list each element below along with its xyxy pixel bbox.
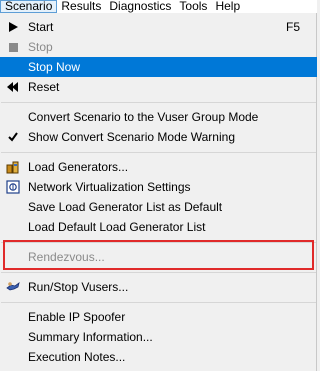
menu-item-convert-scenario[interactable]: Convert Scenario to the Vuser Group Mode (0, 107, 317, 127)
network-virtualization-icon (6, 180, 20, 194)
scenario-menu: Start F5 Stop Stop Now Reset Convert Sce… (0, 13, 317, 371)
menu-item-label: Load Default Load Generator List (28, 220, 206, 234)
menu-item-label: Convert Scenario to the Vuser Group Mode (28, 110, 259, 124)
menu-item-label: Stop (28, 40, 53, 54)
menu-item-execution-notes[interactable]: Execution Notes... (0, 347, 317, 367)
menu-item-label: Stop Now (28, 60, 81, 74)
menu-item-label: Run/Stop Vusers... (28, 280, 129, 294)
menubar-diagnostics[interactable]: Diagnostics (105, 0, 175, 13)
menu-item-run-stop-vusers[interactable]: Run/Stop Vusers... (0, 277, 317, 297)
rewind-icon (7, 82, 18, 92)
menu-item-load-generators[interactable]: Load Generators... (0, 157, 317, 177)
menu-item-stop-now[interactable]: Stop Now (0, 57, 317, 77)
menu-item-save-lg-list[interactable]: Save Load Generator List as Default (0, 197, 317, 217)
menu-item-rendezvous[interactable]: Rendezvous... (0, 247, 317, 267)
menu-item-show-convert-warning[interactable]: Show Convert Scenario Mode Warning (0, 127, 317, 147)
menu-item-label: Save Load Generator List as Default (28, 200, 223, 214)
menubar-tools[interactable]: Tools (175, 0, 211, 13)
menu-item-label: Load Generators... (28, 160, 129, 174)
menu-item-label: Start (28, 20, 54, 34)
menu-item-summary-information[interactable]: Summary Information... (0, 327, 317, 347)
run-vusers-icon (6, 282, 20, 291)
stop-icon (9, 43, 18, 52)
menu-item-label: Rendezvous... (28, 250, 105, 264)
menubar-results[interactable]: Results (57, 0, 105, 13)
menu-item-load-lg-list[interactable]: Load Default Load Generator List (0, 217, 317, 237)
menu-separator (1, 302, 316, 303)
menu-item-start[interactable]: Start F5 (0, 17, 317, 37)
menu-item-label: Network Virtualization Settings (28, 180, 191, 194)
menubar-scenario[interactable]: Scenario (0, 0, 58, 13)
menu-item-label: Reset (28, 80, 60, 94)
menu-item-reset[interactable]: Reset (0, 77, 317, 97)
menu-separator (1, 152, 316, 153)
menu-separator (1, 242, 316, 243)
menu-item-network-virtualization[interactable]: Network Virtualization Settings (0, 177, 317, 197)
play-icon (9, 22, 18, 32)
menu-item-label: Enable IP Spoofer (28, 310, 126, 324)
menu-item-stop[interactable]: Stop (0, 37, 317, 57)
checkmark-icon (8, 132, 18, 142)
menubar-help[interactable]: Help (211, 0, 244, 13)
menu-item-label: Summary Information... (28, 330, 153, 344)
menu-separator (1, 272, 316, 273)
menu-item-ip-spoofer[interactable]: Enable IP Spoofer (0, 307, 317, 327)
menu-bar: Scenario Results Diagnostics Tools Help (0, 0, 317, 13)
menu-separator (1, 102, 316, 103)
load-generator-icon (6, 161, 19, 174)
menu-item-label: Show Convert Scenario Mode Warning (28, 130, 235, 144)
menu-item-label: Execution Notes... (28, 350, 126, 364)
menu-item-shortcut: F5 (286, 20, 301, 34)
